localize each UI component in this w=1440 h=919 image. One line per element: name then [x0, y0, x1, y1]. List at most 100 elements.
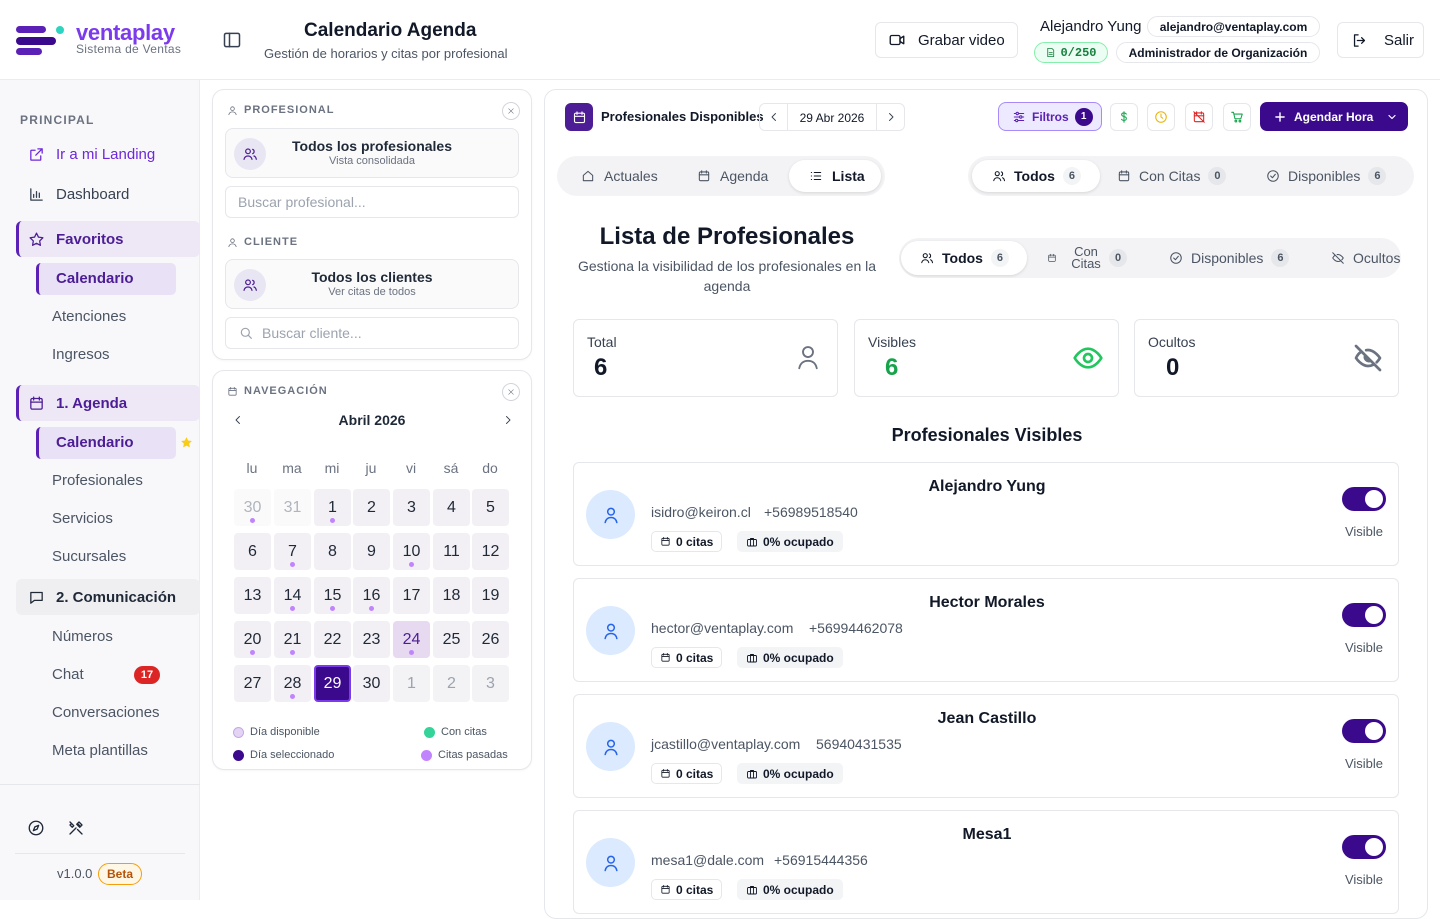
calendar-day[interactable]: 27: [234, 665, 271, 702]
calendar-day[interactable]: 3: [393, 489, 430, 526]
calendar-day[interactable]: 22: [314, 621, 351, 658]
user-avatar-icon: [586, 722, 635, 771]
tools-icon[interactable]: [67, 819, 85, 837]
legend-swatch: [421, 749, 432, 761]
tab-disponibles[interactable]: Disponibles 6: [1258, 160, 1408, 192]
version-label: v1.0.0: [57, 866, 93, 881]
occupancy-tag: 0% ocupado: [737, 531, 843, 552]
sidebar-item-meta-plantillas[interactable]: Meta plantillas: [52, 740, 148, 762]
next-month-icon[interactable]: [502, 414, 514, 426]
logout-button[interactable]: Salir: [1337, 22, 1424, 58]
sidebar-item-servicios[interactable]: Servicios: [52, 508, 113, 530]
calendar-day[interactable]: 6: [234, 533, 271, 570]
professional-email: jcastillo@ventaplay.com: [651, 736, 801, 752]
calendar-day[interactable]: 8: [314, 533, 351, 570]
brand-logo[interactable]: ventaplay Sistema de Ventas: [0, 0, 200, 80]
record-video-button[interactable]: Grabar video: [875, 22, 1018, 58]
list-tab-con-citas[interactable]: Con Citas 0: [1045, 241, 1145, 275]
history-button[interactable]: [1147, 103, 1175, 131]
sidebar-group-favoritos[interactable]: Favoritos: [16, 221, 200, 257]
calendar-day[interactable]: 9: [353, 533, 390, 570]
payments-button[interactable]: [1110, 103, 1138, 131]
list-tab-disponibles[interactable]: Disponibles 6: [1167, 241, 1307, 275]
filters-button[interactable]: Filtros 1: [998, 102, 1102, 131]
calendar-day[interactable]: 14: [274, 577, 311, 614]
compass-icon[interactable]: [27, 819, 45, 837]
calendar-day[interactable]: 28: [274, 665, 311, 702]
tab-todos[interactable]: Todos 6: [972, 160, 1100, 192]
sidebar-item-fav-calendario[interactable]: Calendario: [36, 263, 176, 295]
prev-day-icon[interactable]: [760, 104, 787, 130]
sidebar-toggle-icon[interactable]: [222, 30, 242, 50]
calendar-day[interactable]: 31: [274, 489, 311, 526]
calendar-day[interactable]: 13: [234, 577, 271, 614]
visibility-toggle[interactable]: [1342, 603, 1386, 627]
sidebar-item-landing[interactable]: Ir a mi Landing: [16, 136, 200, 172]
next-day-icon[interactable]: [877, 104, 904, 130]
calendar-day[interactable]: 26: [472, 621, 509, 658]
calendar-day[interactable]: 15: [314, 577, 351, 614]
calendar-day[interactable]: 2: [353, 489, 390, 526]
close-icon[interactable]: [502, 383, 520, 401]
sidebar-group-agenda[interactable]: 1. Agenda: [16, 385, 200, 421]
calendar-day[interactable]: 23: [353, 621, 390, 658]
cart-button[interactable]: [1223, 103, 1251, 131]
calendar-day[interactable]: 1: [314, 489, 351, 526]
calendar-day[interactable]: 20: [234, 621, 271, 658]
calendar-day[interactable]: 3: [472, 665, 509, 702]
calendar-day[interactable]: 7: [274, 533, 311, 570]
sidebar-item-calendario[interactable]: Calendario: [36, 427, 176, 459]
appointment-dot: [409, 650, 414, 655]
calendar-day[interactable]: 19: [472, 577, 509, 614]
sidebar-group-comunicacion[interactable]: 2. Comunicación: [16, 579, 200, 615]
sidebar-item-conversaciones[interactable]: Conversaciones: [52, 702, 160, 724]
calendar-day[interactable]: 1: [393, 665, 430, 702]
visibility-toggle[interactable]: [1342, 487, 1386, 511]
calendar-day[interactable]: 24: [393, 621, 430, 658]
sidebar-item-dashboard[interactable]: Dashboard: [16, 176, 200, 212]
list-tab-todos[interactable]: Todos 6: [901, 241, 1027, 275]
calendar-day[interactable]: 2: [433, 665, 470, 702]
current-date[interactable]: 29 Abr 2026: [787, 104, 877, 130]
sidebar-item-ingresos[interactable]: Ingresos: [52, 344, 110, 366]
calendar-day[interactable]: 30: [234, 489, 271, 526]
tab-actuales[interactable]: Actuales: [567, 160, 663, 192]
sidebar-item-atenciones[interactable]: Atenciones: [52, 306, 126, 328]
status-tabs: Todos 6 Con Citas 0 Disponibles 6: [968, 156, 1414, 196]
calendar-day[interactable]: 4: [433, 489, 470, 526]
sidebar-item-profesionales[interactable]: Profesionales: [52, 470, 143, 492]
schedule-appointment-button[interactable]: Agendar Hora: [1260, 102, 1408, 131]
tab-agenda[interactable]: Agenda: [683, 160, 783, 192]
calendar-day[interactable]: 21: [274, 621, 311, 658]
calendar-day[interactable]: 11: [433, 533, 470, 570]
calendar-day[interactable]: 17: [393, 577, 430, 614]
calendar-day[interactable]: 16: [353, 577, 390, 614]
quota-badge: 0/250: [1034, 42, 1108, 63]
briefcase-icon: [747, 653, 757, 662]
calendar-day[interactable]: 10: [393, 533, 430, 570]
blocked-dates-button[interactable]: [1185, 103, 1213, 131]
visibility-toggle[interactable]: [1342, 835, 1386, 859]
calendar-day[interactable]: 30: [353, 665, 390, 702]
close-icon[interactable]: [502, 102, 520, 120]
appointment-dot: [290, 606, 295, 611]
sidebar-item-numeros[interactable]: Números: [52, 626, 113, 648]
visibility-toggle[interactable]: [1342, 719, 1386, 743]
calendar-day[interactable]: 18: [433, 577, 470, 614]
appointment-dot: [290, 650, 295, 655]
sidebar-item-sucursales[interactable]: Sucursales: [52, 546, 126, 568]
calendar-day[interactable]: 25: [433, 621, 470, 658]
calendar-day[interactable]: 5: [472, 489, 509, 526]
client-search-input[interactable]: Buscar cliente...: [225, 317, 519, 349]
professional-email: mesa1@dale.com: [651, 852, 765, 868]
list-tab-ocultos[interactable]: Ocultos: [1329, 241, 1401, 275]
tab-con-citas[interactable]: Con Citas 0: [1108, 160, 1238, 192]
calendar-day[interactable]: 12: [472, 533, 509, 570]
client-select[interactable]: Todos los clientes Ver citas de todos: [225, 259, 519, 309]
tab-lista[interactable]: Lista: [789, 160, 881, 192]
favorite-star-icon[interactable]: [180, 436, 193, 449]
calendar-day[interactable]: 29: [314, 665, 351, 702]
sidebar-item-chat[interactable]: Chat: [52, 664, 84, 686]
professional-search-input[interactable]: Buscar profesional...: [225, 186, 519, 218]
professional-select[interactable]: Todos los profesionales Vista consolidad…: [225, 128, 519, 178]
